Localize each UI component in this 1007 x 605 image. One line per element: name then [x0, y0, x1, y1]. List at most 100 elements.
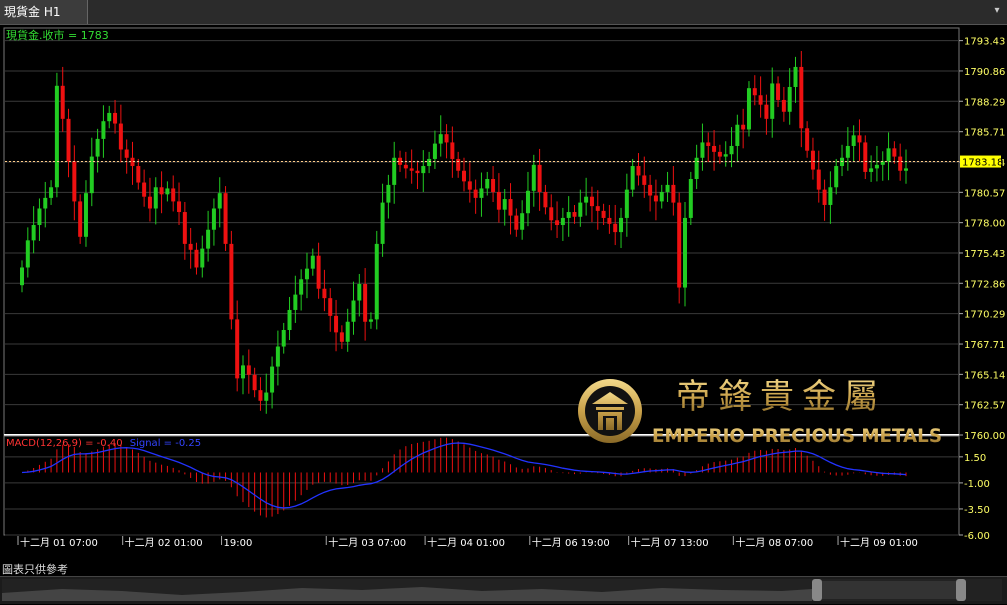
candle-body: [531, 164, 536, 191]
candle-body: [25, 240, 30, 268]
chart-canvas[interactable]: 1793.431790.861788.291785.711783.141780.…: [0, 25, 1007, 560]
candle-body: [589, 196, 594, 207]
price-axis: 1793.431790.861788.291785.711783.141780.…: [959, 37, 1005, 442]
price-tick-label: 1762.57: [964, 401, 1005, 412]
candle-body: [508, 199, 513, 216]
candle-body: [636, 166, 641, 176]
candle-body: [746, 88, 751, 130]
candle-body: [578, 202, 583, 217]
chart-scrollbar[interactable]: [0, 576, 1007, 604]
candle-body: [334, 315, 339, 333]
candle-body: [37, 208, 42, 226]
candle-body: [869, 168, 874, 172]
price-legend: 現貨金.收市 = 1783: [6, 28, 109, 42]
time-tick-label: 十二月 04 01:00: [427, 536, 505, 549]
candle-body: [147, 196, 152, 209]
candle-body: [89, 156, 94, 194]
candle-body: [822, 189, 827, 205]
candle-body: [653, 195, 658, 202]
candle-body: [857, 135, 862, 143]
candle-body: [188, 243, 193, 250]
candle-body: [462, 170, 466, 182]
candle-body: [299, 279, 304, 295]
scroll-handle-right[interactable]: [956, 579, 966, 601]
candle-body: [810, 150, 815, 170]
logo-english-text: EMPERIO PRECIOUS METALS: [652, 425, 942, 447]
candle-body: [293, 294, 298, 310]
candle-body: [60, 85, 65, 119]
candle-body: [717, 151, 722, 157]
candle-body: [107, 112, 112, 122]
candle-body: [642, 175, 647, 185]
candle-body: [415, 170, 420, 174]
price-tick-label: 1788.29: [964, 97, 1005, 108]
time-axis: 十二月 01 07:00 十二月 02 01:00 19:00 十二月 03 07:0…: [17, 536, 918, 549]
candle-body: [432, 143, 437, 159]
candle-body: [770, 83, 775, 119]
candle-body: [159, 187, 164, 195]
scroll-thumb[interactable]: [822, 581, 956, 599]
time-tick-label: 十二月 09 01:00: [840, 536, 918, 549]
candle-body: [781, 99, 786, 112]
disclaimer-text: 圖表只供參考: [2, 563, 68, 576]
candle-body: [124, 149, 129, 158]
candle-body: [688, 179, 693, 218]
candle-body: [816, 169, 821, 190]
candle-body: [892, 148, 897, 157]
candle-body: [723, 154, 728, 157]
candle-body: [607, 217, 612, 224]
candle-body: [287, 309, 292, 331]
candle-body: [549, 207, 554, 221]
candle-body: [241, 365, 245, 379]
svg-text:1783.18: 1783.18: [962, 158, 1003, 169]
candle-body: [793, 66, 798, 87]
candle-body: [217, 193, 222, 209]
macd-tick-label: 1.50: [964, 453, 986, 464]
tab-label: 現貨金 H1: [4, 5, 61, 19]
price-tick-label: 1767.71: [964, 340, 1005, 351]
candle-body: [409, 168, 414, 171]
price-tick-label: 1760.00: [964, 431, 1005, 442]
candle-body: [502, 199, 507, 210]
candle-body: [560, 217, 565, 226]
macd-legend-value: MACD(12,26,9) = -0.40: [6, 438, 123, 449]
candle-body: [316, 255, 321, 289]
candle-body: [630, 166, 635, 190]
candle-body: [322, 288, 327, 299]
time-tick-label: 19:00: [224, 538, 253, 549]
candle-body: [520, 213, 525, 230]
logo-chinese-text: 帝鋒貴金屬: [676, 377, 886, 417]
candle-body: [363, 283, 368, 322]
candle-body: [304, 268, 309, 280]
candle-body: [805, 128, 810, 151]
time-tick-label: 十二月 08 07:00: [735, 536, 813, 549]
macd-axis: 1.50 -1.00 -3.50 -6.00: [959, 453, 990, 542]
candle-body: [683, 217, 687, 288]
candle-body: [351, 300, 356, 322]
candle-body: [776, 83, 781, 100]
candle-body: [555, 220, 560, 226]
time-tick-label: 十二月 01 07:00: [20, 536, 98, 549]
candle-body: [467, 181, 472, 190]
candle-body: [357, 283, 362, 301]
candle-body: [543, 191, 548, 208]
current-price-marker: 1783.18: [960, 155, 1003, 169]
candle-body: [758, 95, 763, 105]
candle-body: [834, 166, 839, 188]
candle-body: [95, 138, 100, 157]
tab-bar: 現貨金 H1 ▾: [0, 0, 1007, 25]
candle-body: [712, 145, 717, 152]
dropdown-menu-icon[interactable]: ▾: [991, 4, 1003, 18]
candle-body: [177, 201, 182, 213]
price-tick-label: 1778.00: [964, 219, 1005, 230]
scroll-handle-left[interactable]: [812, 579, 822, 601]
signal-legend-value: Signal = -0.25: [130, 438, 201, 449]
candle-body: [374, 243, 379, 320]
candle-body: [101, 121, 106, 139]
candle-body: [595, 206, 600, 211]
tab-spot-gold-h1[interactable]: 現貨金 H1: [0, 0, 88, 24]
candle-body: [194, 249, 199, 268]
candle-body: [211, 208, 216, 230]
candle-body: [514, 215, 519, 230]
chart-area[interactable]: 1793.431790.861788.291785.711783.141780.…: [0, 25, 1007, 560]
